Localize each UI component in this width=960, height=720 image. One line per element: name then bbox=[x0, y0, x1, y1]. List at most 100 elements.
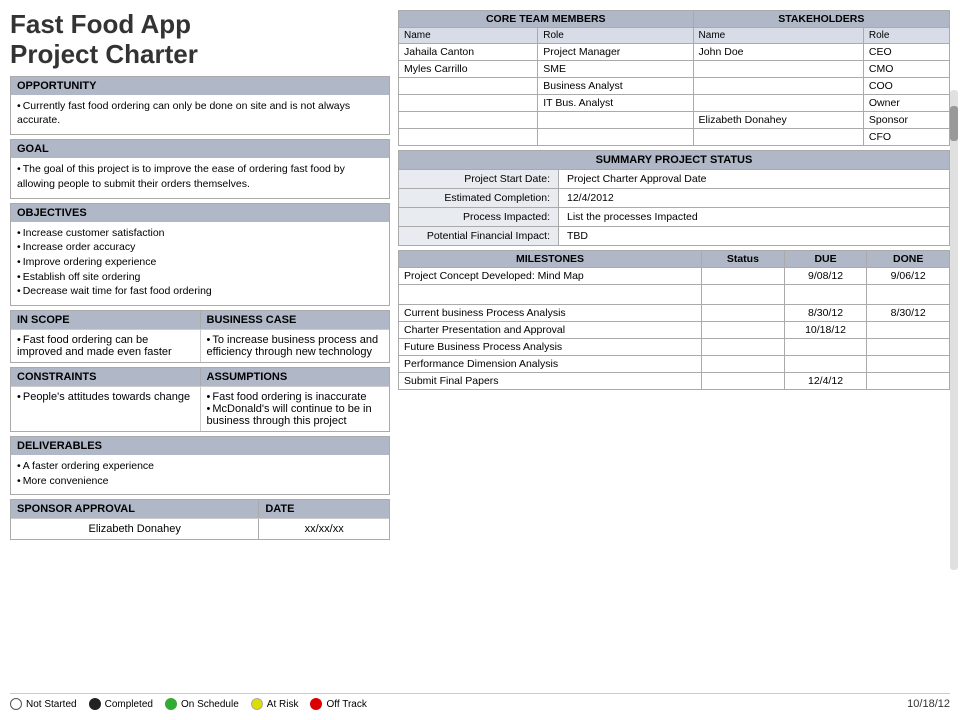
obj-5: Decrease wait time for fast food orderin… bbox=[17, 284, 383, 299]
summary-header: SUMMARY PROJECT STATUS bbox=[398, 150, 950, 170]
stake-name-3 bbox=[693, 78, 863, 95]
milestone-due-1: 9/08/12 bbox=[784, 268, 867, 285]
summary-label-2: Estimated Completion: bbox=[399, 189, 559, 207]
goal-text: The goal of this project is to improve t… bbox=[17, 163, 345, 190]
legend: Not Started Completed On Schedule At Ris… bbox=[10, 698, 367, 710]
milestone-name-6: Submit Final Papers bbox=[399, 373, 702, 390]
at-risk-label: At Risk bbox=[267, 699, 299, 710]
sponsor-approval-headers: SPONSOR APPROVAL DATE bbox=[11, 500, 389, 518]
milestone-name-5: Performance Dimension Analysis bbox=[399, 356, 702, 373]
summary-section: SUMMARY PROJECT STATUS Project Start Dat… bbox=[398, 150, 950, 246]
page: Fast Food App Project Charter OPPORTUNIT… bbox=[0, 0, 960, 720]
deliverables-body: A faster ordering experience More conven… bbox=[11, 455, 389, 494]
milestone-row-6: Submit Final Papers 12/4/12 bbox=[399, 373, 950, 390]
milestones-due-col: DUE bbox=[784, 251, 867, 268]
summary-value-1: Project Charter Approval Date bbox=[559, 170, 949, 188]
legend-off-track: Off Track bbox=[310, 698, 366, 710]
stake-name-6 bbox=[693, 129, 863, 146]
stake-role-4: Owner bbox=[863, 95, 949, 112]
core-role-4: IT Bus. Analyst bbox=[538, 95, 693, 112]
stake-role-6: CFO bbox=[863, 129, 949, 146]
core-role-3: Business Analyst bbox=[538, 78, 693, 95]
core-name-3 bbox=[399, 78, 538, 95]
on-schedule-icon bbox=[165, 698, 177, 710]
milestone-row-2: Current business Process Analysis 8/30/1… bbox=[399, 305, 950, 322]
goal-body: The goal of this project is to improve t… bbox=[11, 158, 389, 197]
milestone-due-4 bbox=[784, 339, 867, 356]
milestone-row-5: Performance Dimension Analysis bbox=[399, 356, 950, 373]
sponsor-name: Elizabeth Donahey bbox=[11, 519, 259, 539]
table-row: IT Bus. Analyst Owner bbox=[399, 95, 950, 112]
stake-role-1: CEO bbox=[863, 44, 949, 61]
milestone-name-3: Charter Presentation and Approval bbox=[399, 322, 702, 339]
stake-name-1: John Doe bbox=[693, 44, 863, 61]
off-track-icon bbox=[310, 698, 322, 710]
title-line1: Fast Food App bbox=[10, 9, 191, 39]
objectives-body: Increase customer satisfaction Increase … bbox=[11, 222, 389, 305]
opportunity-text: Currently fast food ordering can only be… bbox=[17, 100, 350, 127]
completed-icon bbox=[89, 698, 101, 710]
summary-row-3: Process Impacted: List the processes Imp… bbox=[398, 208, 950, 227]
obj-1: Increase customer satisfaction bbox=[17, 226, 383, 241]
milestones-status-col: Status bbox=[702, 251, 785, 268]
legend-completed: Completed bbox=[89, 698, 153, 710]
milestone-due-5 bbox=[784, 356, 867, 373]
milestone-due-blank bbox=[784, 285, 867, 305]
milestone-row-1: Project Concept Developed: Mind Map 9/08… bbox=[399, 268, 950, 285]
summary-label-1: Project Start Date: bbox=[399, 170, 559, 188]
core-role-1: Project Manager bbox=[538, 44, 693, 61]
constraints-text: People's attitudes towards change bbox=[17, 391, 190, 403]
summary-value-4: TBD bbox=[559, 227, 949, 245]
table-row: CFO bbox=[399, 129, 950, 146]
not-started-label: Not Started bbox=[26, 699, 77, 710]
milestone-status-5 bbox=[702, 356, 785, 373]
left-column: Fast Food App Project Charter OPPORTUNIT… bbox=[10, 10, 390, 687]
scrollbar-track[interactable] bbox=[950, 90, 958, 570]
milestone-name-1: Project Concept Developed: Mind Map bbox=[399, 268, 702, 285]
milestones-table: MILESTONES Status DUE DONE Project Conce… bbox=[398, 250, 950, 390]
title-area: Fast Food App Project Charter bbox=[10, 10, 390, 70]
milestone-due-3: 10/18/12 bbox=[784, 322, 867, 339]
opportunity-body: Currently fast food ordering can only be… bbox=[11, 95, 389, 134]
main-layout: Fast Food App Project Charter OPPORTUNIT… bbox=[10, 10, 950, 687]
project-title: Fast Food App Project Charter bbox=[10, 10, 390, 70]
core-name-2: Myles Carrillo bbox=[399, 61, 538, 78]
footer: Not Started Completed On Schedule At Ris… bbox=[10, 693, 950, 710]
constraints-header: CONSTRAINTS bbox=[11, 368, 201, 386]
summary-value-2: 12/4/2012 bbox=[559, 189, 949, 207]
core-name-6 bbox=[399, 129, 538, 146]
milestone-due-6: 12/4/12 bbox=[784, 373, 867, 390]
constraints-body: People's attitudes towards change bbox=[11, 387, 201, 431]
table-row: Myles Carrillo SME CMO bbox=[399, 61, 950, 78]
milestone-row-3: Charter Presentation and Approval 10/18/… bbox=[399, 322, 950, 339]
legend-not-started: Not Started bbox=[10, 698, 77, 710]
off-track-label: Off Track bbox=[326, 699, 366, 710]
on-schedule-label: On Schedule bbox=[181, 699, 239, 710]
milestone-status-blank bbox=[702, 285, 785, 305]
obj-4: Establish off site ordering bbox=[17, 270, 383, 285]
legend-at-risk: At Risk bbox=[251, 698, 299, 710]
sponsor-approval-section: SPONSOR APPROVAL DATE Elizabeth Donahey … bbox=[10, 499, 390, 540]
milestone-done-5 bbox=[867, 356, 950, 373]
core-role-col: Role bbox=[538, 28, 693, 44]
stake-role-3: COO bbox=[863, 78, 949, 95]
stake-role-5: Sponsor bbox=[863, 112, 949, 129]
scrollbar-thumb[interactable] bbox=[950, 106, 958, 141]
core-name-col: Name bbox=[399, 28, 538, 44]
core-name-4 bbox=[399, 95, 538, 112]
milestone-status-3 bbox=[702, 322, 785, 339]
completed-label: Completed bbox=[105, 699, 153, 710]
stakeholders-header: STAKEHOLDERS bbox=[693, 11, 949, 28]
sponsor-date: xx/xx/xx bbox=[259, 519, 389, 539]
stake-name-5: Elizabeth Donahey bbox=[693, 112, 863, 129]
legend-on-schedule: On Schedule bbox=[165, 698, 239, 710]
scope-business-section: IN SCOPE BUSINESS CASE Fast food orderin… bbox=[10, 310, 390, 363]
assumption-1: Fast food ordering is inaccurate bbox=[207, 391, 384, 403]
milestone-done-3 bbox=[867, 322, 950, 339]
stake-role-col: Role bbox=[863, 28, 949, 44]
core-stakeholders-table: CORE TEAM MEMBERS STAKEHOLDERS Name Role… bbox=[398, 10, 950, 146]
table-row: Elizabeth Donahey Sponsor bbox=[399, 112, 950, 129]
in-scope-body: Fast food ordering can be improved and m… bbox=[11, 330, 201, 362]
constraints-assumptions-body: People's attitudes towards change Fast f… bbox=[11, 386, 389, 431]
stake-role-2: CMO bbox=[863, 61, 949, 78]
